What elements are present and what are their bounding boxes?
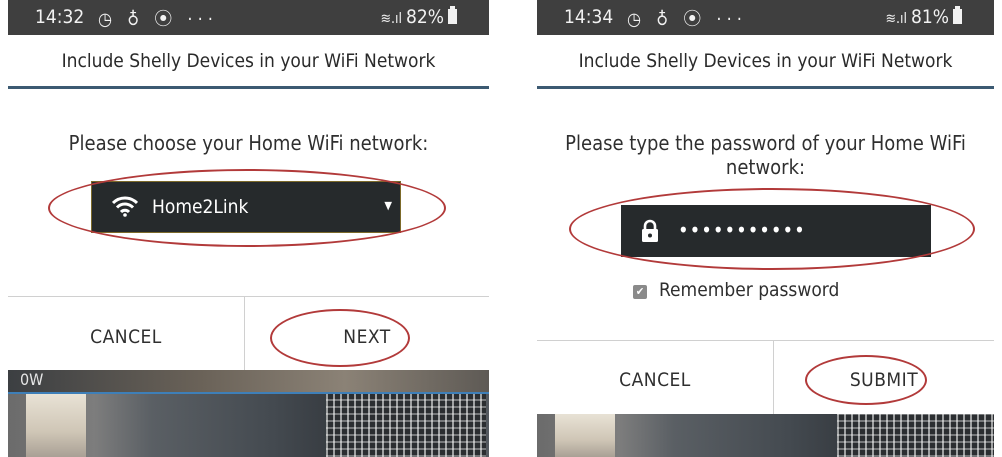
dialog-title: Include Shelly Devices in your WiFi Netw… [61,50,436,72]
signal-icon: ≋.ıl [885,11,907,27]
lock-icon [642,219,658,242]
remember-password[interactable]: ✔ Remember password [633,279,839,301]
title-divider [8,86,489,89]
password-prompt: Please type the password of your Home Wi… [565,131,966,179]
status-right: ≋.ıl 81% [885,6,962,28]
status-time: 14:32 [35,6,85,28]
battery-icon [448,6,457,24]
password-input[interactable]: ••••••••••• [621,205,931,257]
wifi-icon [112,196,138,217]
background-camera-photo [537,414,994,457]
battery-icon [953,6,962,24]
chevron-down-icon: ▼ [384,199,392,212]
next-button[interactable]: NEXT [245,326,489,348]
notification-icons: ◷ ♁ ⦿ ··· [98,9,218,30]
phone-screen-password: 14:34 ◷ ♁ ⦿ ··· ≋.ıl 81% Include Shelly D… [537,0,994,457]
signal-icon: ≋.ıl [380,11,402,27]
cancel-button[interactable]: CANCEL [537,369,773,391]
remember-checkbox[interactable]: ✔ [633,285,647,299]
selected-network: Home2Link [152,196,249,218]
dialog-title: Include Shelly Devices in your WiFi Netw… [578,50,953,72]
power-readout: 0W [20,370,44,389]
battery-percent: 82% [406,6,444,28]
wifi-network-select[interactable]: Home2Link ▼ [91,181,401,233]
phone-screen-network-select: 14:32 ◷ ♁ ⦿ ··· ≋.ıl 82% Include Shelly D… [8,0,489,457]
status-bar: 14:32 ◷ ♁ ⦿ ··· ≋.ıl 82% [8,0,489,35]
network-prompt: Please choose your Home WiFi network: [68,131,429,155]
notification-icons: ◷ ♁ ⦿ ··· [627,9,747,30]
actions-divider [8,296,489,297]
actions-divider [537,340,994,341]
battery-percent: 81% [911,6,949,28]
cancel-button[interactable]: CANCEL [8,326,244,348]
status-time: 14:34 [564,6,614,28]
submit-button[interactable]: SUBMIT [774,369,994,391]
status-right: ≋.ıl 82% [380,6,457,28]
password-value: ••••••••••• [678,218,806,242]
background-camera-photo: 0W [8,370,489,457]
status-bar: 14:34 ◷ ♁ ⦿ ··· ≋.ıl 81% [537,0,994,35]
remember-label: Remember password [659,279,840,301]
title-divider [537,86,994,89]
